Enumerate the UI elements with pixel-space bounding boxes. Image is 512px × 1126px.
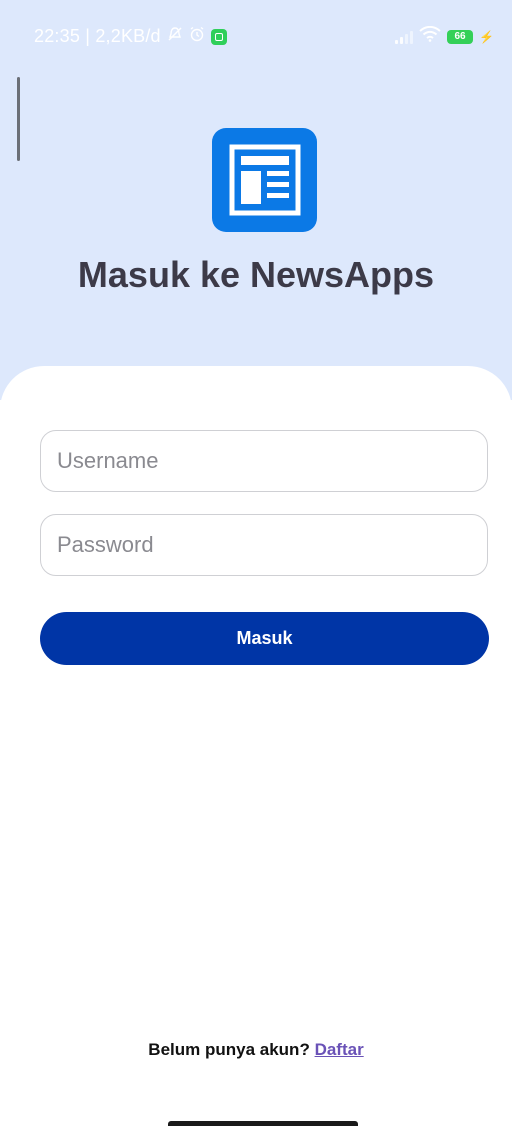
status-time: 22:35 | 2,2KB/d [34, 26, 161, 46]
status-bar: 22:35 | 2,2KB/d 66 ⚡ [0, 0, 512, 76]
alarm-icon [189, 26, 205, 47]
scroll-indicator [17, 77, 20, 161]
password-input[interactable] [40, 514, 488, 576]
mute-icon [167, 26, 183, 47]
register-link[interactable]: Daftar [315, 1040, 364, 1059]
login-button[interactable]: Masuk [40, 612, 489, 665]
register-prompt-row: Belum punya akun? Daftar [0, 1040, 512, 1060]
page-title: Masuk ke NewsApps [77, 254, 435, 295]
wifi-icon [419, 25, 441, 47]
status-left: 22:35 | 2,2KB/d [34, 26, 227, 47]
home-indicator[interactable] [168, 1121, 358, 1126]
username-input[interactable] [40, 430, 488, 492]
charging-icon: ⚡ [479, 29, 494, 44]
signal-icon [395, 30, 414, 44]
app-notification-icon [210, 28, 227, 45]
register-prompt: Belum punya akun? [148, 1040, 310, 1059]
battery-icon: 66 [447, 29, 474, 44]
newspaper-icon [212, 128, 317, 232]
status-right: 66 ⚡ [395, 25, 494, 47]
